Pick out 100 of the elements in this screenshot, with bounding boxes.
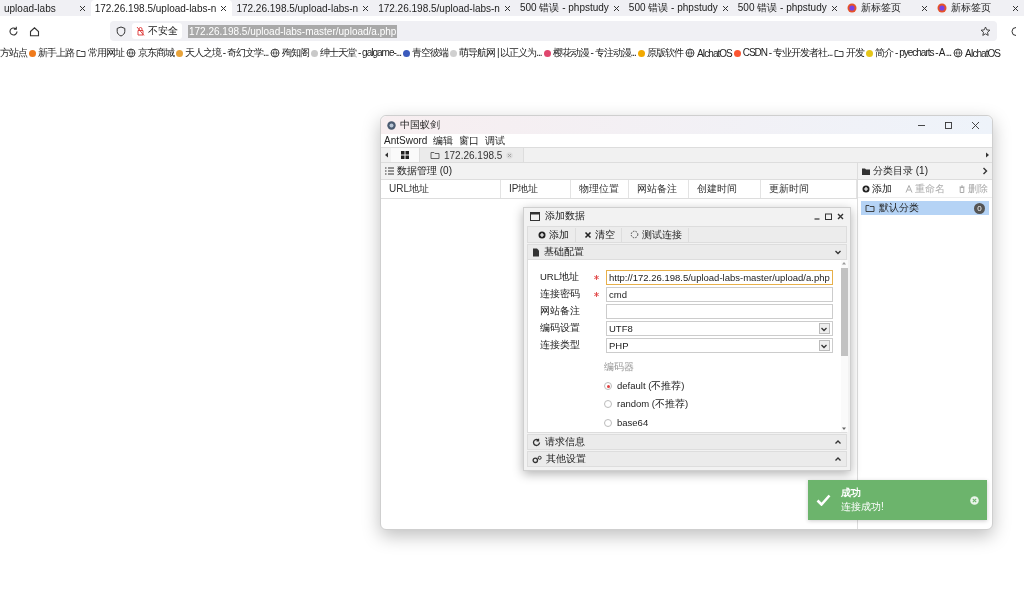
maximize-icon[interactable]: [825, 212, 832, 220]
close-icon[interactable]: [362, 4, 370, 12]
column-header[interactable]: 物理位置: [571, 180, 629, 198]
folder-icon: [865, 203, 875, 213]
globe-icon: [270, 48, 281, 58]
menu-item[interactable]: 编辑: [433, 133, 454, 148]
bookmark[interactable]: 殉知阁: [270, 46, 310, 60]
count-badge: 0: [974, 202, 985, 214]
scroll-left-icon[interactable]: [383, 152, 389, 158]
close-icon[interactable]: [837, 212, 844, 220]
bookmark[interactable]: 绅士天堂 - galgame-...: [311, 46, 402, 60]
document-icon: [532, 247, 540, 257]
section-header[interactable]: 基础配置: [527, 244, 847, 260]
radio-option[interactable]: default (不推荐): [604, 379, 833, 394]
address-bar[interactable]: 不安全 172.26.198.5/upload-labs-master/upload/a.php: [110, 21, 997, 41]
toolbar-button[interactable]: 测试连接: [624, 227, 689, 242]
bookmark[interactable]: AIchatOS: [684, 47, 732, 59]
bookmark[interactable]: 京东商城: [126, 46, 174, 60]
gears-icon: [532, 454, 542, 464]
input-field[interactable]: [606, 304, 833, 319]
window-title: 中国蚁剑: [400, 118, 440, 132]
close-icon[interactable]: [503, 4, 511, 12]
toast-title: 成功: [841, 486, 862, 500]
browser-tab[interactable]: 500 错误 - phpstudy: [624, 0, 734, 16]
close-icon[interactable]: [721, 4, 729, 12]
menu-item[interactable]: 调试: [485, 133, 506, 148]
add-icon: [862, 184, 870, 193]
toolbar-button[interactable]: 添加: [861, 181, 893, 196]
close-icon[interactable]: [78, 4, 86, 12]
app-tab[interactable]: [391, 148, 420, 162]
browser-tab[interactable]: 500 错误 - phpstudy: [515, 0, 625, 16]
refresh-icon: [532, 437, 541, 447]
folder-icon: [834, 48, 845, 58]
close-icon[interactable]: [830, 4, 838, 12]
menu-item[interactable]: AntSword: [384, 135, 428, 146]
close-icon[interactable]: [612, 4, 620, 12]
menu-item[interactable]: 窗口: [459, 133, 480, 148]
reload-icon[interactable]: [8, 25, 19, 37]
bookmark[interactable]: 樱花动漫 - 专注动漫...: [543, 46, 636, 60]
close-icon[interactable]: [921, 4, 929, 12]
toolbar-button[interactable]: 清空: [578, 227, 622, 242]
chevron-up-icon: [834, 455, 842, 463]
bookmark[interactable]: 天人之境 - 奇幻文学...: [176, 46, 269, 60]
browser-tab[interactable]: 新标签页: [842, 0, 934, 16]
bookmark[interactable]: AIchatOS: [953, 47, 1000, 59]
column-header[interactable]: 网站备注: [629, 180, 689, 198]
url-text: 172.26.198.5/upload-labs-master/upload/a.php: [188, 24, 398, 38]
home-icon[interactable]: [29, 25, 40, 37]
required-icon: [594, 275, 599, 280]
column-header[interactable]: 创建时间: [689, 180, 761, 198]
folder-icon: [430, 150, 440, 160]
toolbar-button[interactable]: 添加: [532, 227, 576, 242]
check-icon: [816, 494, 831, 506]
close-icon: [584, 230, 592, 239]
app-logo-icon: [387, 120, 396, 130]
radio-option[interactable]: base64: [604, 415, 833, 430]
security-indicator[interactable]: 不安全: [132, 23, 182, 39]
trash-icon: [958, 184, 966, 193]
column-header[interactable]: IP地址: [501, 180, 571, 198]
field-label: 网站备注: [540, 305, 581, 318]
browser-tab[interactable]: 172.26.198.5/upload-labs-n: [90, 0, 233, 16]
browser-tab[interactable]: upload-labs: [0, 0, 91, 16]
bookmark[interactable]: 青空彼端: [403, 46, 449, 60]
star-icon[interactable]: [980, 25, 991, 37]
app-tab[interactable]: 172.26.198.5: [420, 148, 525, 162]
bookmark[interactable]: 常用网址: [76, 46, 124, 60]
grid-icon: [401, 151, 409, 159]
browser-tab[interactable]: 172.26.198.5/upload-labs-n: [374, 0, 516, 16]
browser-tab[interactable]: 172.26.198.5/upload-labs-n: [232, 0, 375, 16]
chevron-right-icon[interactable]: [982, 167, 988, 175]
shield-icon: [116, 25, 126, 37]
input-field[interactable]: http://172.26.198.5/upload-labs-master/upload/a.php: [606, 270, 833, 285]
column-header[interactable]: URL地址: [381, 180, 501, 198]
select-field[interactable]: PHP: [606, 338, 833, 353]
bookmark[interactable]: 简介 - pyecharts - A ...: [866, 46, 952, 60]
bookmark[interactable]: 原版软件: [637, 46, 683, 60]
browser-tab[interactable]: 新标签页: [933, 0, 1024, 16]
maximize-icon[interactable]: [944, 120, 953, 130]
close-icon[interactable]: [1012, 4, 1019, 12]
section-header[interactable]: 其他设置: [527, 451, 847, 467]
scroll-down-icon: [841, 426, 848, 432]
bookmark[interactable]: 新手上路: [29, 46, 74, 60]
input-field[interactable]: cmd: [606, 287, 833, 302]
close-icon[interactable]: [220, 4, 228, 12]
column-header[interactable]: 更新时间: [761, 180, 857, 198]
bookmark[interactable]: 方站点: [0, 46, 27, 60]
scrollbar-thumb[interactable]: [840, 268, 848, 356]
bookmark[interactable]: 开发: [834, 46, 865, 60]
browser-tab[interactable]: 500 错误 - phpstudy: [733, 0, 843, 16]
close-icon[interactable]: [971, 120, 980, 130]
select-field[interactable]: UTF8: [606, 321, 833, 336]
globe-icon: [953, 48, 964, 58]
category-item[interactable]: 默认分类 0: [861, 201, 989, 215]
globe-icon: [684, 48, 695, 58]
bookmark[interactable]: CSDN - 专业开发者社...: [733, 46, 833, 60]
scroll-right-icon[interactable]: [984, 152, 990, 158]
folder-icon: [862, 167, 870, 175]
bookmark[interactable]: 萌导航网 | 以正义为...: [450, 46, 542, 60]
radio-option[interactable]: random (不推荐): [604, 397, 833, 412]
section-header[interactable]: 请求信息: [527, 434, 847, 450]
